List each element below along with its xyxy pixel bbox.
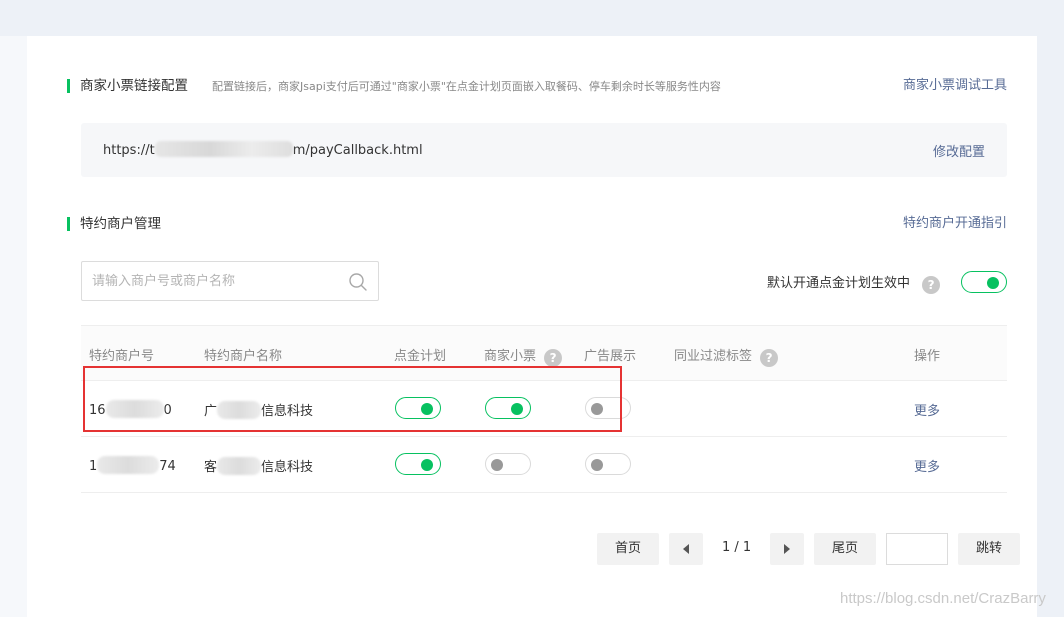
table-row: 1 74 客 信息科技 更多 (81, 437, 1007, 493)
last-page-button[interactable]: 尾页 (814, 533, 876, 565)
highlight-box (83, 366, 622, 432)
more-action-link[interactable]: 更多 (914, 400, 940, 419)
page-info: 1 / 1 (722, 540, 752, 555)
col-gold-plan: 点金计划 (394, 349, 447, 364)
next-page-button[interactable] (770, 533, 804, 565)
left-panel-edge (0, 36, 27, 617)
redacted-blur (154, 141, 293, 157)
watermark: https://blog.csdn.net/CrazBarry (840, 590, 1046, 607)
section-accent-bar (67, 217, 70, 231)
chevron-left-icon (683, 544, 689, 554)
col-merchant-id: 特约商户号 (89, 349, 155, 364)
ticket-toggle[interactable] (485, 453, 531, 475)
help-icon[interactable]: ? (544, 349, 563, 367)
merchant-name-cell: 客 信息科技 (204, 456, 313, 475)
merchant-mgmt-header: 特约商户管理 特约商户开通指引 (67, 215, 1007, 235)
default-open-label: 默认开通点金计划生效中 (767, 276, 911, 291)
merchant-search-input[interactable] (92, 271, 342, 291)
search-icon[interactable] (348, 272, 368, 292)
jump-button[interactable]: 跳转 (958, 533, 1020, 565)
merchant-guide-link[interactable]: 特约商户开通指引 (903, 215, 1007, 233)
merchant-id-suffix: 74 (159, 459, 176, 474)
ticket-config-description: 配置链接后，商家Jsapi支付后可通过"商家小票"在点金计划页面嵌入取餐码、停车… (212, 80, 721, 93)
merchant-mgmt-title: 特约商户管理 (80, 216, 161, 232)
help-icon[interactable]: ? (922, 276, 941, 294)
more-action-link[interactable]: 更多 (914, 456, 940, 475)
ticket-url-prefix: https://t (103, 143, 155, 158)
toggle-knob (591, 459, 603, 471)
toggle-knob (491, 459, 503, 471)
edit-config-link[interactable]: 修改配置 (933, 141, 985, 160)
default-open-setting: 默认开通点金计划生效中 ? (767, 272, 941, 294)
merchant-id-prefix: 1 (89, 459, 98, 474)
toggle-knob (421, 459, 433, 471)
ticket-url-box: https://t m/payCallback.html 修改配置 (81, 123, 1007, 177)
col-filter-tag-label: 同业过滤标签 (674, 349, 753, 364)
toggle-knob (987, 277, 999, 289)
merchant-search-box (81, 261, 379, 301)
col-ticket: 商家小票 ? (484, 345, 563, 367)
prev-page-button[interactable] (669, 533, 703, 565)
ticket-config-header: 商家小票链接配置 配置链接后，商家Jsapi支付后可通过"商家小票"在点金计划页… (67, 77, 1007, 97)
merchant-name-prefix: 客 (204, 460, 218, 475)
ticket-debug-tool-link[interactable]: 商家小票调试工具 (903, 77, 1007, 95)
col-action: 操作 (914, 349, 941, 364)
chevron-right-icon (784, 544, 790, 554)
default-open-toggle[interactable] (961, 271, 1007, 293)
section-accent-bar (67, 79, 70, 93)
ticket-url-suffix: m/payCallback.html (292, 143, 423, 158)
help-icon[interactable]: ? (760, 349, 779, 367)
ticket-config-title: 商家小票链接配置 (80, 78, 188, 94)
merchant-id-cell: 1 74 (89, 456, 176, 474)
page-number-input[interactable] (886, 533, 948, 565)
ticket-url: https://t m/payCallback.html (103, 141, 423, 158)
redacted-blur (217, 457, 262, 475)
col-filter-tag: 同业过滤标签 ? (674, 345, 779, 367)
col-merchant-name: 特约商户名称 (204, 349, 283, 364)
gold-plan-toggle[interactable] (395, 453, 441, 475)
redacted-blur (97, 456, 160, 474)
ad-toggle[interactable] (585, 453, 631, 475)
col-ad: 广告展示 (584, 349, 637, 364)
first-page-button[interactable]: 首页 (597, 533, 659, 565)
col-ticket-label: 商家小票 (484, 349, 537, 364)
merchant-name-suffix: 信息科技 (261, 460, 314, 475)
